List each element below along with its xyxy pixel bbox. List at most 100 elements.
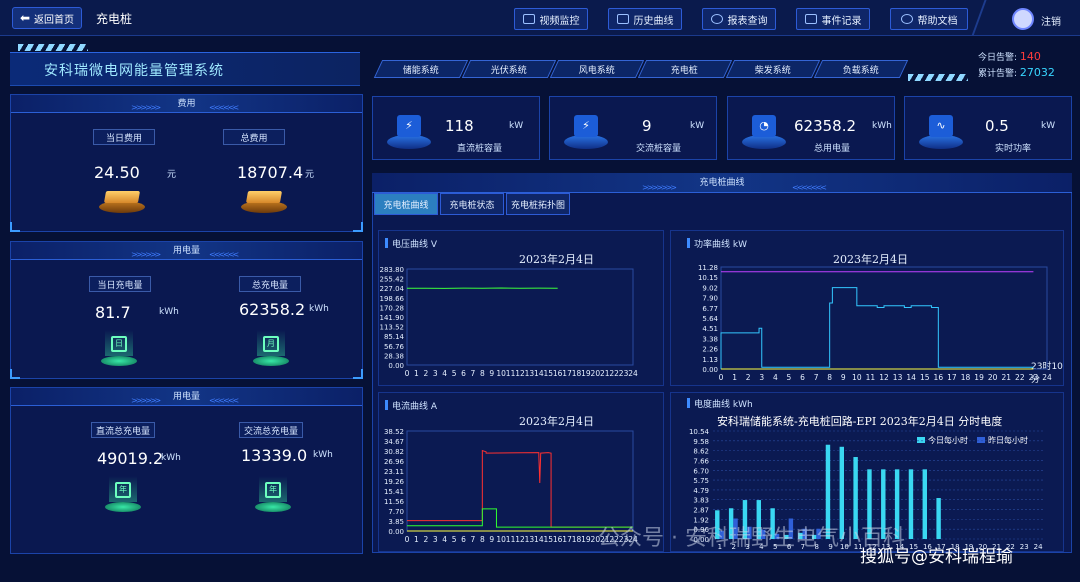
bar-today [922,469,928,539]
y-tick-label: 3.83 [693,497,709,505]
total-fee-label: 总费用 [223,129,285,145]
tab-pv[interactable]: 光伏系统 [461,60,557,78]
back-home-label: 返回首页 [34,14,75,26]
x-tick-label: 14 [534,535,544,544]
x-tick-label: 14 [534,369,544,378]
x-tick-label: 11 [866,373,876,382]
dc-total-value: 49019.2 [97,449,164,468]
tab-storage[interactable]: 储能系统 [373,60,469,78]
x-tick-label: 8 [827,373,832,382]
card-label: 实时功率 [995,144,1032,154]
y-tick-label: 11.56 [384,498,405,506]
history-curve-button[interactable]: 历史曲线 [608,8,682,30]
y-tick-label: 141.90 [380,314,405,322]
energy-panel: >>>>>> 用电量 <<<<<< 当日充电量 总充电量 81.7 kWh 6235… [10,241,363,379]
x-tick-label: 9 [841,373,846,382]
dc-capacity-card: ⚡ 118 kW 直流桩容量 [372,96,540,160]
x-tick-label: 17 [947,373,957,382]
day-energy-label: 当日充电量 [89,276,151,292]
y-tick-label: 255.42 [380,276,405,284]
tab-label: 负载系统 [842,65,879,76]
card-label: 直流桩容量 [457,144,503,154]
x-tick-label: 23 [1029,373,1039,382]
video-monitor-button[interactable]: 视频监控 [514,8,588,30]
x-tick-label: 5 [787,373,792,382]
card-value: 62358.2 [794,117,857,135]
card-unit: kWh [872,121,892,131]
y-tick-label: 26.96 [384,458,405,466]
back-home-button[interactable]: ⬅ 返回首页 [12,7,82,29]
x-tick-label: 0 [719,373,724,382]
tab-load[interactable]: 负载系统 [813,60,909,78]
wechat-watermark: 公众号 · 安科瑞野生电气小百科 [598,526,905,551]
panel-header: >>>>>> 用电量 <<<<<< [11,388,362,406]
fee-panel: >>>>>> 费用 <<<<<< 当日费用 总费用 24.50 元 18707.4 … [10,94,363,232]
x-tick-label: 23 [619,369,629,378]
user-avatar-icon[interactable] [1012,8,1034,30]
y-tick-label: 3.38 [702,335,718,343]
tab-charger[interactable]: 充电桩 [637,60,733,78]
y-tick-label: 7.66 [693,457,709,465]
chevron-icon: >>>>>> [131,103,161,112]
tab-label: 柴发系统 [754,65,791,76]
x-tick-label: 18 [572,535,582,544]
chevron-icon: <<<<<< [209,396,239,405]
x-tick-label: 14 [906,373,916,382]
x-tick-label: 5 [452,369,457,378]
x-tick-label: 15 [920,373,930,382]
x-tick-label: 12 [515,535,525,544]
y-tick-label: 85.14 [384,333,405,341]
tab-charger-status[interactable]: 充电桩状态 [440,193,504,215]
y-tick-label: 6.77 [702,305,718,313]
sohu-watermark: 搜狐号@安科瑞程瑜 [860,547,1013,567]
x-tick-label: 19 [581,535,591,544]
x-tick-label: 4 [442,369,447,378]
lightning-icon: ⚡ [564,111,608,151]
today-alarm-value: 140 [1019,50,1041,63]
tab-label: 光伏系统 [490,65,527,76]
x-tick-label: 12 [515,369,525,378]
x-tick-label: 1 [732,373,737,382]
panel-title: 用电量 [172,392,200,402]
event-log-button[interactable]: 事件记录 [796,8,870,30]
x-tick-label: 13 [893,373,903,382]
y-tick-label: 34.67 [384,438,404,446]
tab-wind[interactable]: 风电系统 [549,60,645,78]
x-tick-label: 19 [974,373,984,382]
coin-stack-icon [241,189,287,215]
chevron-icon: >>>>>>> [642,183,677,192]
y-tick-label: 6.70 [693,467,709,475]
y-tick-label: 28.38 [384,352,404,360]
nav-label: 报表查询 [727,15,768,27]
y-tick-label: 4.51 [702,325,718,333]
x-tick-label: 2 [423,369,428,378]
tab-charger-topology[interactable]: 充电桩拓扑图 [506,193,570,215]
x-tick-label: 19 [581,369,591,378]
lightning-icon: ⚡ [387,111,431,151]
report-query-button[interactable]: 报表查询 [702,8,776,30]
x-tick-label: 20 [591,369,601,378]
corner-decor [10,369,20,379]
x-tick-label: 3 [433,369,438,378]
y-tick-label: 30.82 [384,448,404,456]
y-tick-label: 8.62 [693,448,709,456]
series-line-0 [720,287,1034,369]
y-tick-label: 15.41 [384,488,404,496]
logout-link[interactable]: 注销 [1041,13,1061,28]
chart-icon [616,14,629,24]
x-tick-label: 11 [506,535,516,544]
y-tick-label: 0.00 [702,366,718,374]
bar-today [936,498,941,539]
tab-charger-curve[interactable]: 充电桩曲线 [374,193,438,215]
x-tick-label: 7 [471,369,476,378]
x-tick-label: 18 [961,373,971,382]
calendar-year-icon: 年 [103,476,143,514]
x-tick-label: 6 [461,369,466,378]
gauge-icon: ◔ [742,111,786,151]
x-tick-label: 3 [759,373,764,382]
y-tick-label: 10.15 [698,274,718,282]
tab-diesel[interactable]: 柴发系统 [725,60,821,78]
x-tick-label: 4 [442,535,447,544]
series-line-0 [407,449,633,528]
help-doc-button[interactable]: 帮助文档 [890,8,968,30]
